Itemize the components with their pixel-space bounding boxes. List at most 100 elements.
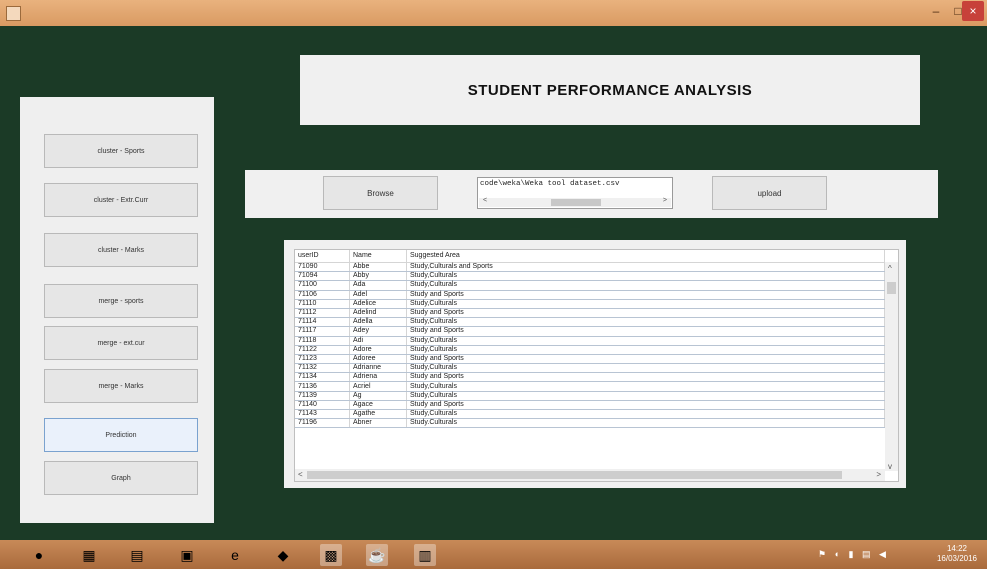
path-scroll-thumb[interactable]	[551, 199, 601, 206]
upload-button[interactable]: upload	[712, 176, 827, 210]
merge-ext-cur-button[interactable]: merge - ext.cur	[44, 326, 198, 360]
clock-time: 14:22	[946, 544, 968, 553]
cell-userid: 71118	[295, 336, 350, 346]
table-row[interactable]: 71118 Adi Study,Culturals	[295, 336, 885, 346]
internet-explorer-icon[interactable]: e	[224, 544, 246, 566]
cell-userid: 71090	[295, 262, 350, 273]
merge-sports-button[interactable]: merge - sports	[44, 284, 198, 318]
table-row[interactable]: 71122 Adore Study,Culturals	[295, 345, 885, 355]
cell-suggested-area: Study and Sports	[406, 308, 885, 319]
window-titlebar: – □ ×	[0, 0, 987, 26]
file-path-field[interactable]: code\weka\Weka tool dataset.csv < >	[477, 177, 673, 209]
cell-suggested-area: Study,Culturals	[406, 336, 885, 346]
table-row[interactable]: 71094 Abby Study,Culturals	[295, 271, 885, 282]
header-suggested-area[interactable]: Suggested Area	[406, 250, 885, 263]
cell-userid: 71139	[295, 391, 350, 401]
results-table: userID Name Suggested Area 71090 Abbe Stud…	[295, 250, 885, 429]
winrar-icon[interactable]: ▩	[320, 544, 342, 566]
cell-suggested-area: Study and Sports	[406, 400, 885, 411]
cell-suggested-area: Study,Culturals	[406, 317, 885, 328]
cell-userid: 71122	[295, 345, 350, 355]
vertical-scroll-thumb[interactable]	[887, 282, 896, 294]
scroll-right-icon[interactable]: >	[876, 470, 881, 479]
cell-suggested-area: Study and Sports	[406, 354, 885, 365]
table-row[interactable]: 71117 Adey Study and Sports	[295, 326, 885, 337]
cluster-extr-curr-button[interactable]: cluster - Extr.Curr	[44, 183, 198, 217]
table-row[interactable]: 71100 Ada Study,Culturals	[295, 280, 885, 291]
cell-name: Abby	[349, 271, 407, 282]
table-row[interactable]: 71106 Adel Study and Sports	[295, 290, 885, 300]
table-row[interactable]: 71110 Adelice Study,Culturals	[295, 299, 885, 309]
browse-button[interactable]: Browse	[323, 176, 438, 210]
cell-suggested-area: Study,Culturals	[406, 409, 885, 420]
cell-suggested-area: Study,Culturals	[406, 381, 885, 392]
media-center-icon[interactable]: ▣	[176, 544, 198, 566]
cell-name: Adelice	[349, 299, 407, 309]
cell-userid: 71143	[295, 409, 350, 420]
cell-userid: 71123	[295, 354, 350, 365]
header-userid[interactable]: userID	[295, 250, 350, 263]
table-row[interactable]: 71139 Ag Study,Culturals	[295, 391, 885, 401]
table-row[interactable]: 71134 Adriena Study and Sports	[295, 372, 885, 383]
cell-suggested-area: Study,Culturals	[406, 280, 885, 291]
prediction-button[interactable]: Prediction	[44, 418, 198, 452]
cell-name: Adi	[349, 336, 407, 346]
table-row[interactable]: 71123 Adoree Study and Sports	[295, 354, 885, 365]
cell-userid: 71196	[295, 418, 350, 429]
horizontal-scroll-thumb[interactable]	[307, 471, 842, 479]
table-row[interactable]: 71196 Abner Study.Culturals	[295, 418, 885, 429]
scroll-right-icon[interactable]: >	[663, 197, 667, 204]
cell-suggested-area: Study,Culturals and Sports	[406, 262, 885, 273]
cell-suggested-area: Study,Culturals	[406, 345, 885, 355]
table-row[interactable]: 71112 Adelind Study and Sports	[295, 308, 885, 319]
header-name[interactable]: Name	[349, 250, 407, 263]
cell-name: Adrianne	[349, 363, 407, 374]
scroll-down-icon[interactable]: v	[888, 462, 892, 471]
minimize-button[interactable]: –	[925, 1, 947, 21]
scroll-left-icon[interactable]: <	[483, 197, 487, 204]
file-explorer-icon[interactable]: ▤	[126, 544, 148, 566]
page-title: STUDENT PERFORMANCE ANALYSIS	[467, 81, 753, 99]
excel-icon[interactable]: ▦	[78, 544, 100, 566]
table-row[interactable]: 71132 Adrianne Study,Culturals	[295, 363, 885, 374]
close-button[interactable]: ×	[962, 1, 984, 21]
chrome-icon[interactable]: ●	[28, 544, 50, 566]
cluster-sports-button[interactable]: cluster - Sports	[44, 134, 198, 168]
scroll-left-icon[interactable]: <	[298, 470, 303, 479]
cell-name: Adel	[349, 290, 407, 300]
cell-userid: 71112	[295, 308, 350, 319]
cell-name: Acriel	[349, 381, 407, 392]
cell-suggested-area: Study,Culturals	[406, 391, 885, 401]
merge-marks-button[interactable]: merge - Marks	[44, 369, 198, 403]
file-path-text: code\weka\Weka tool dataset.csv	[480, 180, 620, 188]
cell-suggested-area: Study and Sports	[406, 290, 885, 300]
horizontal-scrollbar[interactable]: < >	[295, 469, 885, 481]
cell-userid: 71106	[295, 290, 350, 300]
path-scrollbar[interactable]: < >	[479, 197, 671, 207]
cluster-marks-button[interactable]: cluster - Marks	[44, 233, 198, 267]
graph-button[interactable]: Graph	[44, 461, 198, 495]
table-row[interactable]: 71136 Acriel Study,Culturals	[295, 381, 885, 392]
table-row[interactable]: 71114 Adella Study,Culturals	[295, 317, 885, 328]
cell-userid: 71094	[295, 271, 350, 282]
vertical-scrollbar[interactable]: ^ v	[885, 262, 898, 471]
table-row[interactable]: 71143 Agathe Study,Culturals	[295, 409, 885, 420]
powerpoint-icon[interactable]: ▥	[414, 544, 436, 566]
app-icon	[6, 6, 21, 21]
cell-name: Ag	[349, 391, 407, 401]
table-row[interactable]: 71140 Agace Study and Sports	[295, 400, 885, 411]
java-icon[interactable]: ☕	[366, 544, 388, 566]
cell-suggested-area: Study and Sports	[406, 372, 885, 383]
taskbar: ● ▦ ▤ ▣ e ◆ ▩ ☕ ▥ ⚑ ◐ ▮ ▤ ◀ 14:22 16/03/…	[0, 540, 987, 569]
table-row[interactable]: 71090 Abbe Study,Culturals and Sports	[295, 262, 885, 273]
cell-name: Agathe	[349, 409, 407, 420]
scroll-up-icon[interactable]: ^	[888, 264, 892, 273]
cell-suggested-area: Study,Culturals	[406, 271, 885, 282]
cell-name: Agace	[349, 400, 407, 411]
clock[interactable]: 14:22 16/03/2016	[930, 544, 984, 564]
cell-name: Adey	[349, 326, 407, 337]
cell-suggested-area: Study.Culturals	[406, 418, 885, 429]
store-icon[interactable]: ◆	[272, 544, 294, 566]
system-tray-icons[interactable]: ⚑ ◐ ▮ ▤ ◀	[818, 549, 889, 560]
cell-name: Abbe	[349, 262, 407, 273]
